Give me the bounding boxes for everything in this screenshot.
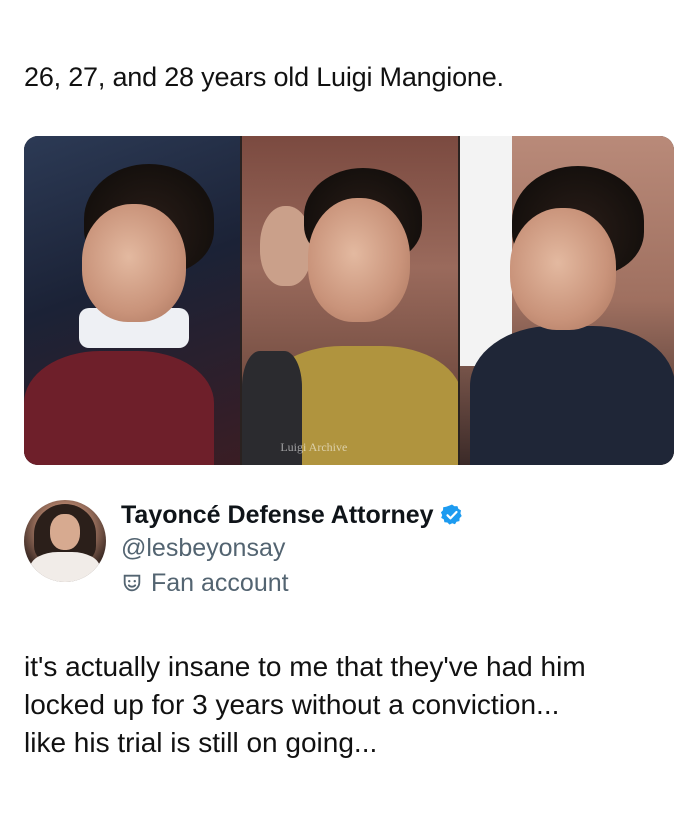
user-handle[interactable]: @lesbeyonsay <box>121 533 285 563</box>
photo-figure-head <box>509 208 616 330</box>
photo-age-27[interactable]: Luigi Archive <box>242 136 458 465</box>
photo-age-26[interactable] <box>24 136 241 465</box>
tweet-line: locked up for 3 years without a convicti… <box>24 689 560 720</box>
photo-figure-suit <box>469 326 674 465</box>
photo-figure-head <box>82 204 186 322</box>
photo-watermark: Luigi Archive <box>280 440 348 454</box>
fan-account-text: Fan account <box>151 569 289 597</box>
photo-collage[interactable]: Luigi Archive <box>24 136 674 465</box>
photo-figure-sweater <box>24 351 214 465</box>
tweet-body: it's actually insane to me that they've … <box>24 648 684 762</box>
profile-card[interactable]: Tayoncé Defense Attorney @lesbeyonsay Fa… <box>24 500 674 600</box>
avatar[interactable] <box>24 500 106 582</box>
fan-account-label: Fan account <box>121 568 289 598</box>
display-name[interactable]: Tayoncé Defense Attorney <box>121 500 434 530</box>
verified-badge-icon <box>440 504 462 525</box>
photo-figure-head <box>308 198 411 322</box>
tweet-line: like his trial is still on going... <box>24 727 378 758</box>
name-row[interactable]: Tayoncé Defense Attorney <box>121 500 464 530</box>
post-caption: 26, 27, and 28 years old Luigi Mangione. <box>24 62 504 92</box>
photo-age-28[interactable] <box>459 136 674 465</box>
tweet-line: it's actually insane to me that they've … <box>24 651 586 682</box>
photo-officer <box>459 136 512 366</box>
theater-masks-icon <box>123 574 141 592</box>
